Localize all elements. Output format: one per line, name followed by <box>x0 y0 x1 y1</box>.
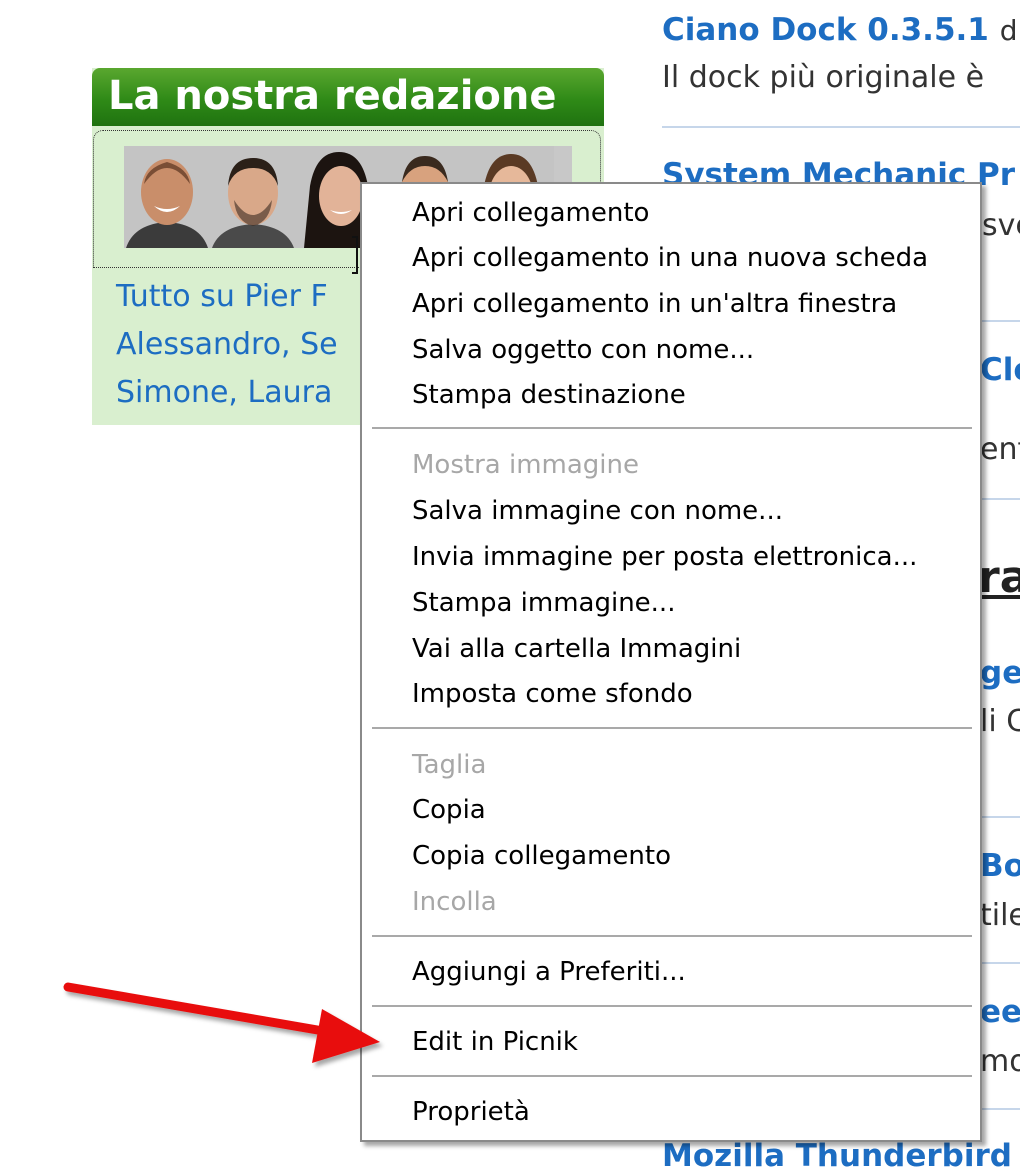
menu-item-edit-in-picnik[interactable]: Edit in Picnik <box>412 1025 578 1059</box>
context-menu: Apri collegamento Apri collegamento in u… <box>360 182 982 1142</box>
team-member-face-1 <box>124 146 210 248</box>
editorial-box-title: La nostra redazione <box>108 73 557 119</box>
news-item-desc: ent <box>980 432 1020 467</box>
news-item-desc: mo <box>980 1044 1020 1079</box>
menu-separator <box>372 1075 972 1077</box>
news-item-title[interactable]: Ciano Dock 0.3.5.1 d <box>662 12 1017 48</box>
news-item-desc: tile <box>980 898 1020 933</box>
news-item-title-trail: d <box>999 14 1018 47</box>
menu-item-properties[interactable]: Proprietà <box>412 1095 530 1129</box>
menu-item-set-as-background[interactable]: Imposta come sfondo <box>412 677 693 711</box>
menu-separator <box>372 727 972 729</box>
news-item-desc: li C <box>980 704 1020 739</box>
menu-item-save-target-as[interactable]: Salva oggetto con nome... <box>412 333 754 367</box>
menu-item-paste: Incolla <box>412 887 497 917</box>
menu-item-cut: Taglia <box>412 750 487 780</box>
news-item-desc: sve <box>982 208 1020 243</box>
menu-item-print-target[interactable]: Stampa destinazione <box>412 378 686 412</box>
menu-item-open-link-new-tab[interactable]: Apri collegamento in una nuova scheda <box>412 241 928 275</box>
menu-separator <box>372 935 972 937</box>
menu-item-save-picture-as[interactable]: Salva immagine con nome... <box>412 494 783 528</box>
menu-item-copy-shortcut[interactable]: Copia collegamento <box>412 839 671 873</box>
menu-item-open-link[interactable]: Apri collegamento <box>412 196 649 230</box>
editorial-box-header: La nostra redazione <box>92 68 604 126</box>
news-item-title[interactable]: Bo <box>980 848 1020 884</box>
menu-item-show-picture: Mostra immagine <box>412 450 639 480</box>
menu-item-open-link-new-window[interactable]: Apri collegamento in un'altra finestra <box>412 287 897 321</box>
menu-item-email-picture[interactable]: Invia immagine per posta elettronica... <box>412 540 917 574</box>
text-cursor <box>352 236 358 274</box>
team-member-face-2 <box>210 146 296 248</box>
menu-item-go-to-pictures[interactable]: Vai alla cartella Immagini <box>412 632 741 666</box>
menu-separator <box>372 1005 972 1007</box>
menu-item-copy[interactable]: Copia <box>412 793 486 827</box>
news-item-title[interactable]: ge <box>980 655 1020 691</box>
news-item-desc: Il dock più originale è <box>662 60 985 95</box>
news-item-title[interactable]: Cle <box>980 352 1020 388</box>
menu-item-print-picture[interactable]: Stampa immagine... <box>412 586 675 620</box>
menu-item-add-to-favorites[interactable]: Aggiungi a Preferiti... <box>412 955 686 989</box>
news-item-title[interactable]: Mozilla Thunderbird <box>662 1138 1012 1171</box>
red-arrow-pointer-icon <box>63 982 380 1063</box>
menu-separator <box>372 427 972 429</box>
section-heading[interactable]: ra <box>978 552 1020 603</box>
news-separator <box>662 126 1020 128</box>
news-item-title[interactable]: ee <box>980 994 1020 1030</box>
